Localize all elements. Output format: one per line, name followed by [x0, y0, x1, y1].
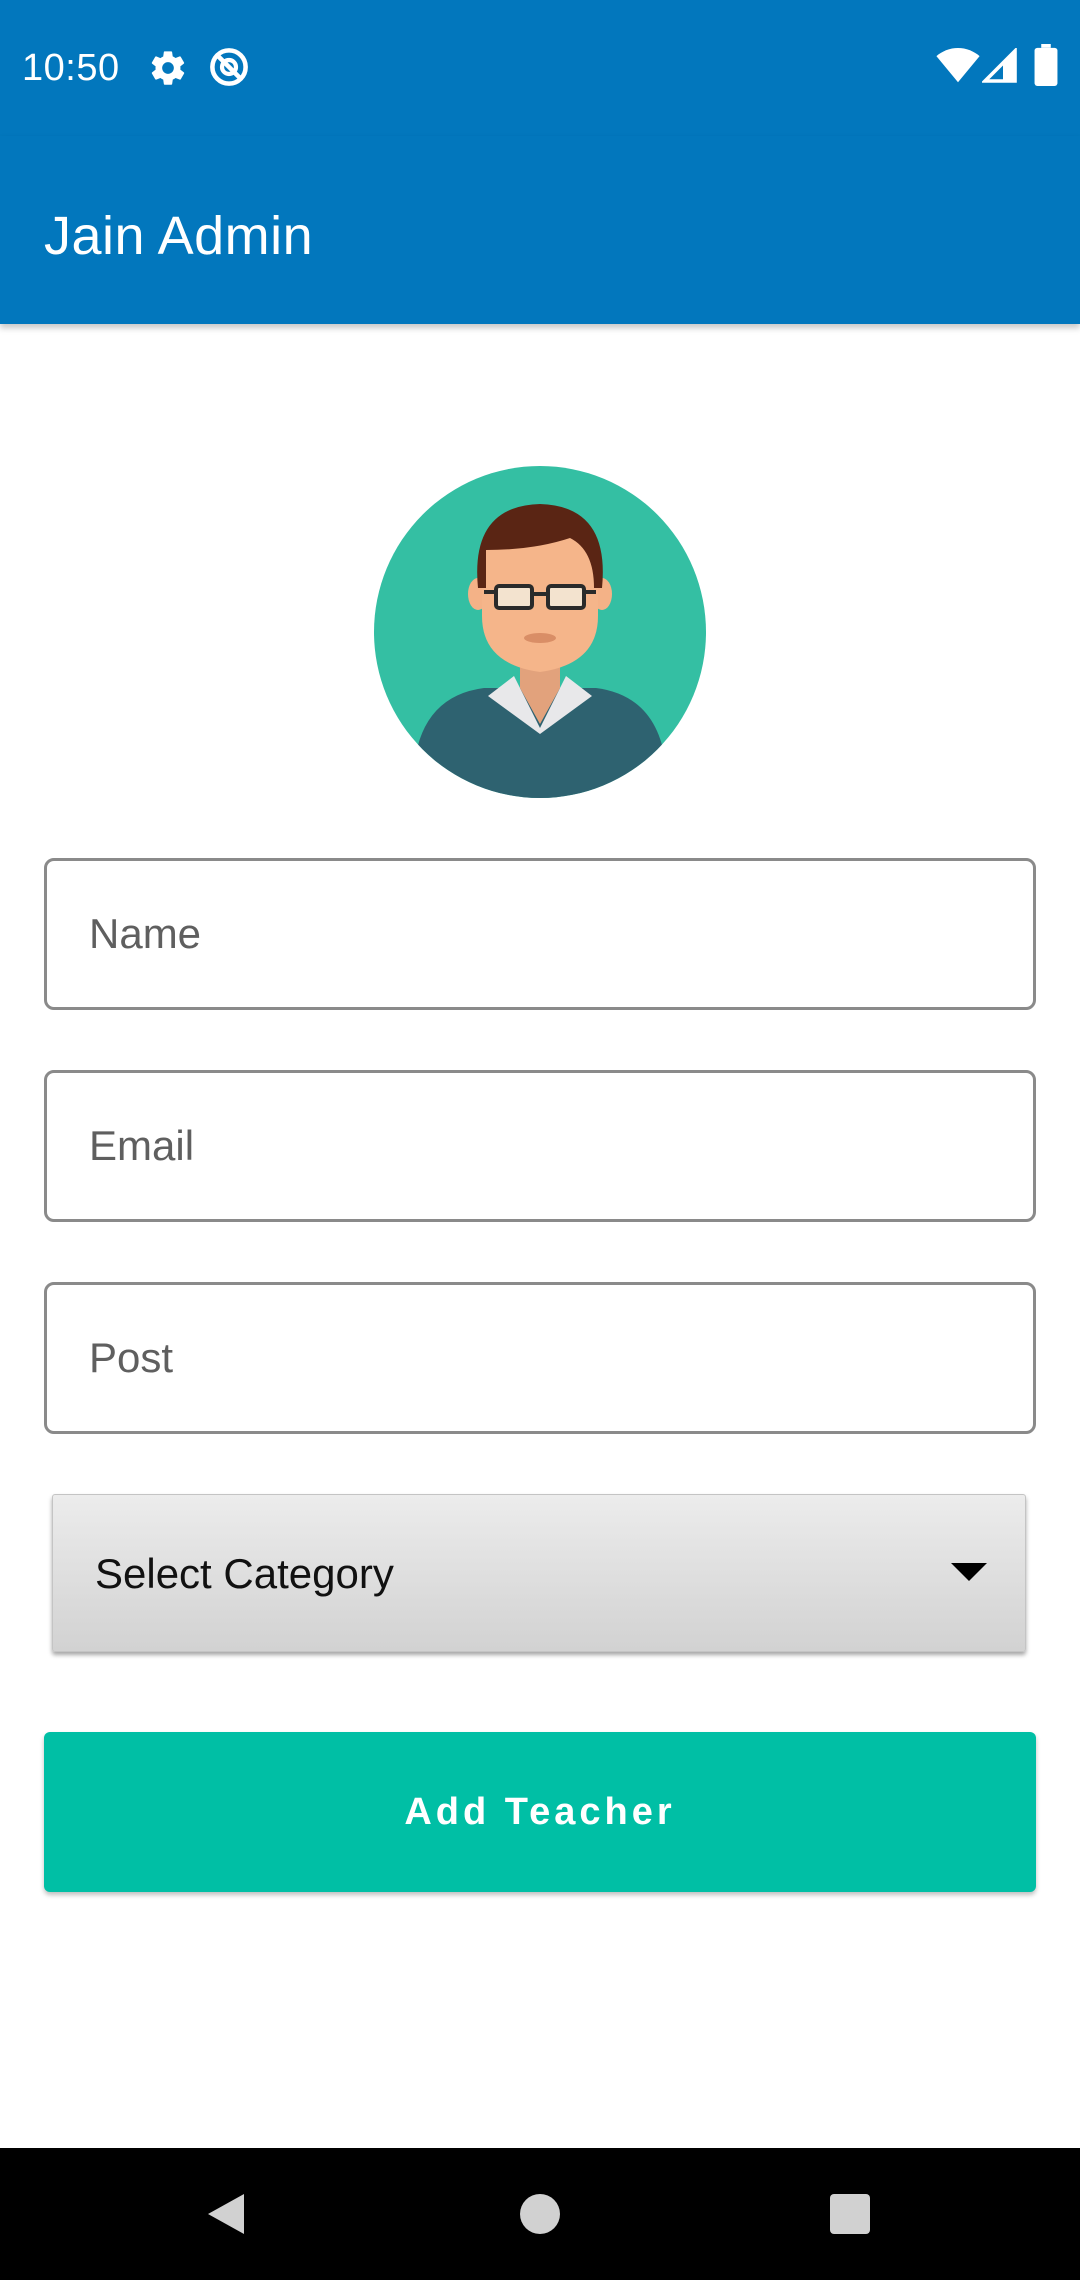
name-field[interactable] — [44, 858, 1036, 1010]
system-navigation-bar — [0, 2148, 1080, 2280]
teacher-avatar-icon — [374, 466, 706, 798]
status-time: 10:50 — [22, 47, 120, 89]
add-teacher-button[interactable]: Add Teacher — [44, 1732, 1036, 1892]
home-icon[interactable] — [460, 2148, 620, 2280]
category-dropdown[interactable]: Select Category — [52, 1494, 1026, 1652]
recents-icon[interactable] — [770, 2148, 930, 2280]
wifi-icon — [936, 48, 980, 89]
post-field[interactable] — [44, 1282, 1036, 1434]
app-bar: Jain Admin — [0, 136, 1080, 324]
cellular-signal-icon — [980, 46, 1018, 89]
app-title: Jain Admin — [44, 206, 314, 266]
email-input[interactable] — [47, 1073, 1033, 1219]
name-input[interactable] — [47, 861, 1033, 1007]
status-bar: 10:50 — [0, 0, 1080, 136]
category-dropdown-label: Select Category — [95, 1550, 394, 1597]
battery-icon — [1034, 44, 1058, 91]
settings-gear-icon — [148, 48, 188, 93]
chevron-down-icon — [951, 1563, 987, 1581]
post-input[interactable] — [47, 1285, 1033, 1431]
email-field[interactable] — [44, 1070, 1036, 1222]
at-sign-icon — [208, 46, 250, 93]
back-icon[interactable] — [146, 2148, 306, 2280]
